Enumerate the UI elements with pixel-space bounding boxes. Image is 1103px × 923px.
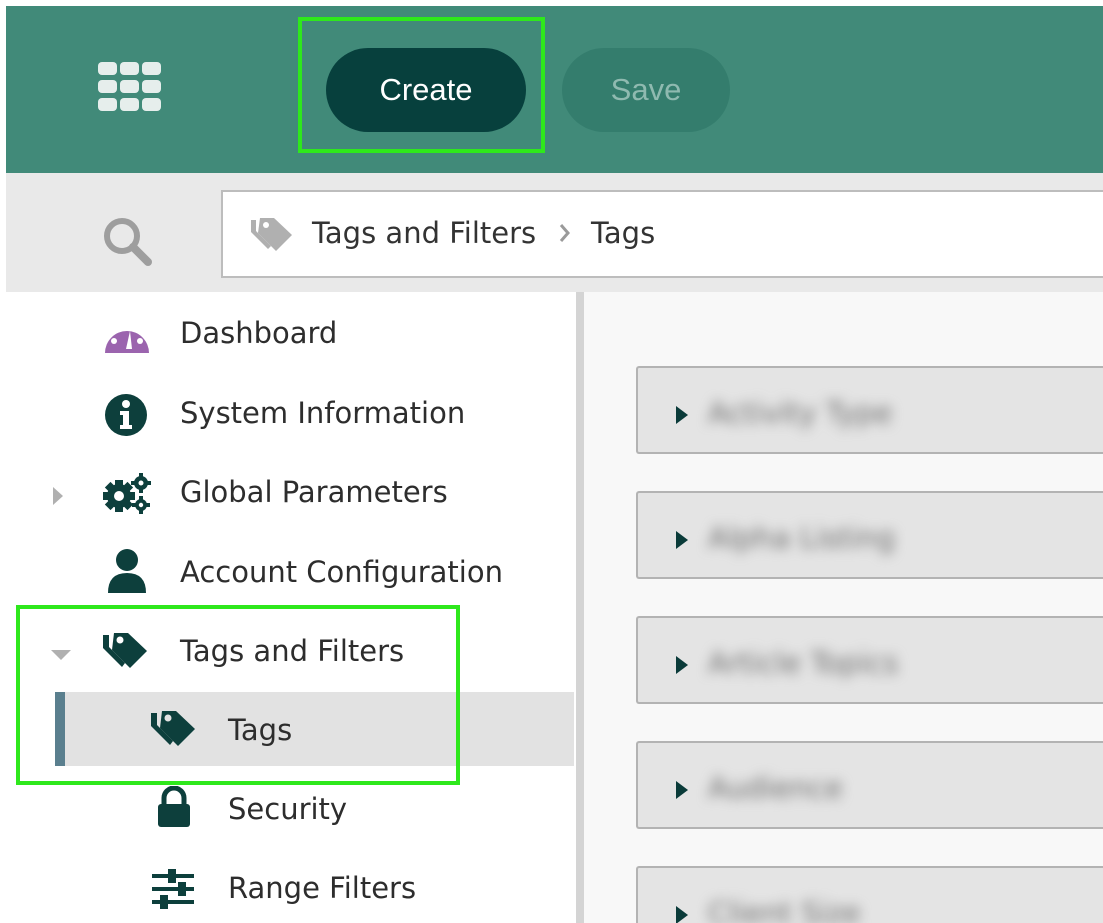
selection-indicator (55, 692, 65, 766)
collapse-arrow-icon[interactable] (50, 649, 72, 661)
chevron-right-icon (559, 224, 570, 242)
expand-arrow-icon[interactable] (676, 531, 688, 549)
sidebar-item-account-configuration[interactable]: Account Configuration (180, 555, 503, 589)
info-icon (105, 394, 147, 436)
create-button[interactable]: Create (326, 48, 526, 132)
sidebar-divider[interactable] (576, 292, 584, 923)
accordion-item[interactable]: Client Size (636, 866, 1103, 923)
expand-arrow-icon[interactable] (52, 485, 64, 507)
sliders-icon (152, 869, 194, 909)
accordion-item[interactable]: Activity Type (636, 366, 1103, 454)
expand-arrow-icon[interactable] (676, 781, 688, 799)
expand-arrow-icon[interactable] (676, 406, 688, 424)
search-icon[interactable] (100, 214, 155, 269)
tags-icon (151, 711, 195, 746)
sidebar-item-tags-and-filters[interactable]: Tags and Filters (180, 634, 404, 668)
accordion-item[interactable]: Alpha Listing (636, 491, 1103, 579)
accordion-item-label: Alpha Listing (708, 521, 896, 555)
breadcrumb-current: Tags (591, 216, 656, 250)
accordion-item-label: Activity Type (708, 396, 893, 430)
user-icon (108, 549, 146, 593)
sidebar-item-global-parameters[interactable]: Global Parameters (180, 475, 448, 509)
breadcrumb-parent[interactable]: Tags and Filters (312, 216, 536, 250)
sidebar-item-dashboard[interactable]: Dashboard (180, 316, 337, 350)
sidebar-item-tags-selected-bg[interactable] (55, 692, 574, 766)
grid-apps-icon[interactable] (98, 62, 162, 112)
toolbar (6, 6, 1103, 173)
accordion-item[interactable]: Audience (636, 741, 1103, 829)
sidebar-item-security[interactable]: Security (228, 792, 347, 826)
accordion-item-label: Client Size (708, 896, 861, 923)
lock-icon (158, 786, 190, 827)
accordion-item-label: Audience (708, 771, 843, 805)
tags-icon (251, 218, 292, 251)
sidebar-item-tags[interactable]: Tags (228, 713, 292, 747)
gears-icon (103, 473, 151, 514)
dashboard-gauge-icon (105, 321, 149, 353)
accordion-item[interactable]: Article Topics (636, 616, 1103, 704)
expand-arrow-icon[interactable] (676, 906, 688, 923)
expand-arrow-icon[interactable] (676, 656, 688, 674)
sidebar-item-range-filters[interactable]: Range Filters (228, 871, 416, 905)
accordion-item-label: Article Topics (708, 646, 899, 680)
sidebar-item-system-information[interactable]: System Information (180, 396, 465, 430)
save-button[interactable]: Save (562, 48, 730, 132)
sidebar (0, 292, 578, 923)
tags-icon (103, 633, 147, 668)
